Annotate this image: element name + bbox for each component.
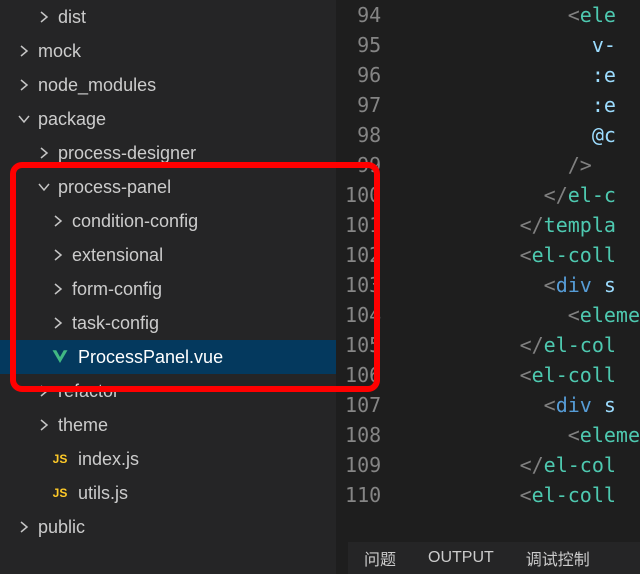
folder-label: process-designer xyxy=(58,143,336,164)
chevron-down-icon xyxy=(16,111,32,127)
js-icon: JS xyxy=(50,449,70,469)
line-number: 99 xyxy=(337,150,399,180)
folder-label: theme xyxy=(58,415,336,436)
tab-problems[interactable]: 问题 xyxy=(348,542,412,574)
line-number: 104 xyxy=(337,300,399,330)
chevron-right-icon xyxy=(36,9,52,25)
folder-task-config[interactable]: task-config xyxy=(0,306,336,340)
line-number: 105 xyxy=(337,330,399,360)
folder-process-designer[interactable]: process-designer xyxy=(0,136,336,170)
line-number: 102 xyxy=(337,240,399,270)
file-label: index.js xyxy=(78,449,336,470)
folder-label: form-config xyxy=(72,279,336,300)
chevron-down-icon xyxy=(36,179,52,195)
panel-tabs: 问题 OUTPUT 调试控制 xyxy=(348,542,640,574)
chevron-right-icon xyxy=(50,247,66,263)
line-number: 110 xyxy=(337,480,399,510)
chevron-right-icon xyxy=(36,145,52,161)
line-number: 94 xyxy=(337,0,399,30)
file-process-panel-vue[interactable]: ProcessPanel.vue xyxy=(0,340,336,374)
file-explorer: dist mock node_modules package process-d… xyxy=(0,0,336,574)
line-number: 96 xyxy=(337,60,399,90)
folder-label: task-config xyxy=(72,313,336,334)
chevron-right-icon xyxy=(50,213,66,229)
chevron-right-icon xyxy=(16,43,32,59)
file-label: ProcessPanel.vue xyxy=(78,347,336,368)
folder-label: public xyxy=(38,517,336,538)
line-number: 103 xyxy=(337,270,399,300)
folder-dist[interactable]: dist xyxy=(0,0,336,34)
folder-form-config[interactable]: form-config xyxy=(0,272,336,306)
folder-package[interactable]: package xyxy=(0,102,336,136)
line-number: 100 xyxy=(337,180,399,210)
line-number: 97 xyxy=(337,90,399,120)
tab-debug[interactable]: 调试控制 xyxy=(510,542,606,574)
line-number: 101 xyxy=(337,210,399,240)
chevron-right-icon xyxy=(16,519,32,535)
chevron-right-icon xyxy=(36,383,52,399)
file-utils-js[interactable]: JS utils.js xyxy=(0,476,336,510)
folder-public[interactable]: public xyxy=(0,510,336,544)
line-number: 106 xyxy=(337,360,399,390)
chevron-right-icon xyxy=(36,417,52,433)
folder-label: condition-config xyxy=(72,211,336,232)
code-editor[interactable]: 94 95 96 97 98 99 100 101 102 103 104 10… xyxy=(336,0,640,574)
line-gutter: 94 95 96 97 98 99 100 101 102 103 104 10… xyxy=(337,0,399,574)
folder-mock[interactable]: mock xyxy=(0,34,336,68)
folder-label: mock xyxy=(38,41,336,62)
file-label: utils.js xyxy=(78,483,336,504)
line-number: 98 xyxy=(337,120,399,150)
folder-extensional[interactable]: extensional xyxy=(0,238,336,272)
folder-label: dist xyxy=(58,7,336,28)
folder-process-panel[interactable]: process-panel xyxy=(0,170,336,204)
chevron-right-icon xyxy=(50,315,66,331)
folder-refactor[interactable]: refactor xyxy=(0,374,336,408)
js-icon: JS xyxy=(50,483,70,503)
line-number: 95 xyxy=(337,30,399,60)
folder-label: node_modules xyxy=(38,75,336,96)
folder-label: extensional xyxy=(72,245,336,266)
folder-condition-config[interactable]: condition-config xyxy=(0,204,336,238)
line-number: 107 xyxy=(337,390,399,420)
code-content[interactable]: <ele v- :e :e @c /> </el-c </templa <el-… xyxy=(399,0,640,574)
folder-node-modules[interactable]: node_modules xyxy=(0,68,336,102)
folder-label: refactor xyxy=(58,381,336,402)
line-number: 109 xyxy=(337,450,399,480)
folder-label: package xyxy=(38,109,336,130)
folder-theme[interactable]: theme xyxy=(0,408,336,442)
chevron-right-icon xyxy=(50,281,66,297)
file-index-js[interactable]: JS index.js xyxy=(0,442,336,476)
folder-label: process-panel xyxy=(58,177,336,198)
line-number: 108 xyxy=(337,420,399,450)
tab-output[interactable]: OUTPUT xyxy=(412,542,510,574)
vue-icon xyxy=(50,347,70,367)
chevron-right-icon xyxy=(16,77,32,93)
